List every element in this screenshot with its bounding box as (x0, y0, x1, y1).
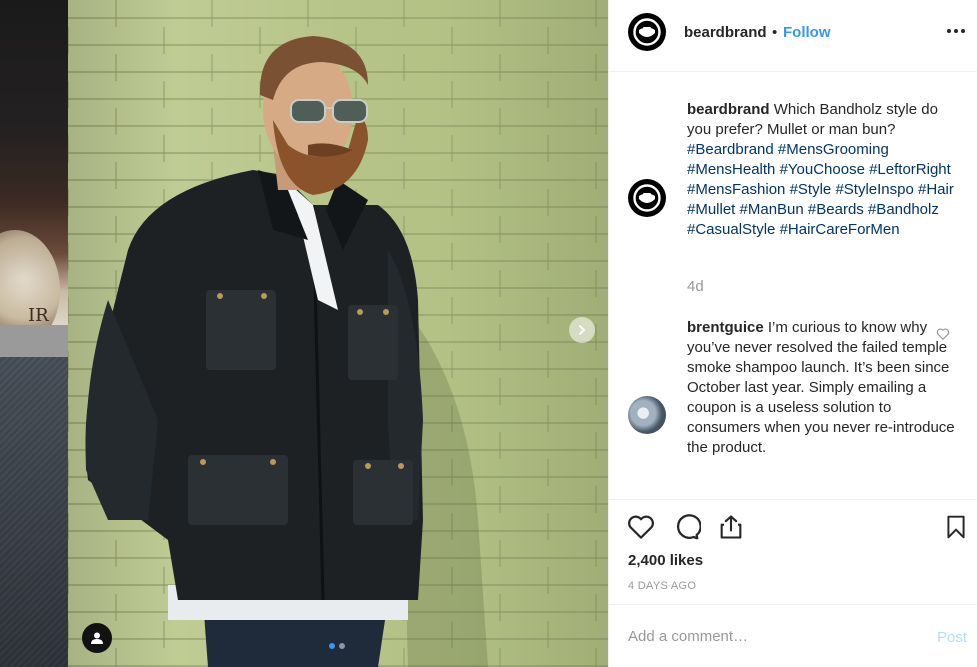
caption-hashtags: #Beardbrand #MensGrooming #MensHealth #Y… (687, 141, 954, 238)
caption-avatar[interactable] (628, 179, 666, 217)
share-icon[interactable] (717, 512, 745, 542)
post-side-panel: beardbrand • Follow beardbrand Which Ban… (608, 0, 977, 667)
next-slide-button[interactable] (569, 317, 595, 343)
man-in-jacket-figure (85, 36, 488, 667)
carousel-dot (339, 643, 345, 649)
bookmark-icon[interactable] (943, 512, 969, 542)
background-product-image: IR (0, 0, 68, 350)
header-username[interactable]: beardbrand (684, 24, 767, 41)
header-separator: • (772, 24, 778, 41)
hashtag-link[interactable]: #HairCareForMen (780, 221, 900, 238)
likes-count[interactable]: 2,400 likes (628, 552, 703, 569)
follow-button[interactable]: Follow (783, 24, 831, 41)
carousel-dot-active (329, 643, 335, 649)
background-label-text: IR (28, 305, 49, 326)
add-comment-bar: Post (609, 604, 977, 667)
heart-icon[interactable] (626, 512, 656, 542)
caption-age[interactable]: 4d (687, 278, 704, 295)
post-date[interactable]: 4 DAYS AGO (628, 580, 696, 592)
hashtag-link[interactable]: #ManBun (740, 201, 804, 218)
post-caption: beardbrand Which Bandholz style do you p… (687, 100, 959, 240)
caption-username[interactable]: beardbrand (687, 101, 770, 118)
hashtag-link[interactable]: #MensHealth (687, 161, 775, 178)
post-comment-button[interactable]: Post (937, 629, 967, 646)
hashtag-link[interactable]: #StyleInspo (835, 181, 913, 198)
hashtag-link[interactable]: #MensGrooming (778, 141, 889, 158)
comment-item: brentguice I’m curious to know why you’v… (687, 318, 959, 458)
post-header: beardbrand • Follow (609, 0, 977, 72)
hashtag-link[interactable]: #Bandholz (868, 201, 939, 218)
hashtag-link[interactable]: #YouChoose (780, 161, 865, 178)
add-comment-input[interactable] (628, 628, 908, 645)
chevron-right-icon (579, 325, 586, 335)
hashtag-link[interactable]: #Hair (918, 181, 954, 198)
hashtag-link[interactable]: #Beardbrand (687, 141, 774, 158)
hashtag-link[interactable]: #Style (790, 181, 832, 198)
post-photo[interactable] (68, 0, 608, 667)
beardbrand-logo-icon[interactable] (628, 13, 666, 51)
comment-text: I’m curious to know why you’ve never res… (687, 319, 955, 456)
beardbrand-logo-icon (633, 184, 661, 212)
background-page-strip: IR (0, 0, 68, 667)
user-tag-icon (91, 632, 103, 644)
user-tag-button[interactable] (82, 623, 112, 653)
commenter-avatar[interactable] (628, 396, 666, 434)
post-modal: IR beardbrand • Follow beardbrand Which … (0, 0, 977, 667)
hashtag-link[interactable]: #LeftorRight (869, 161, 951, 178)
post-actions: 2,400 likes 4 DAYS AGO (609, 499, 977, 604)
comment-username[interactable]: brentguice (687, 319, 764, 336)
comments-list[interactable]: beardbrand Which Bandholz style do you p… (609, 72, 977, 499)
hashtag-link[interactable]: #Mullet (687, 201, 735, 218)
comment-icon[interactable] (671, 512, 701, 542)
carousel-indicator (329, 643, 345, 649)
hashtag-link[interactable]: #CasualStyle (687, 221, 775, 238)
comment-like-heart-icon[interactable] (936, 327, 950, 341)
more-options-icon[interactable] (947, 29, 965, 33)
background-fabric-image (0, 357, 68, 667)
hashtag-link[interactable]: #Beards (808, 201, 864, 218)
hashtag-link[interactable]: #MensFashion (687, 181, 785, 198)
